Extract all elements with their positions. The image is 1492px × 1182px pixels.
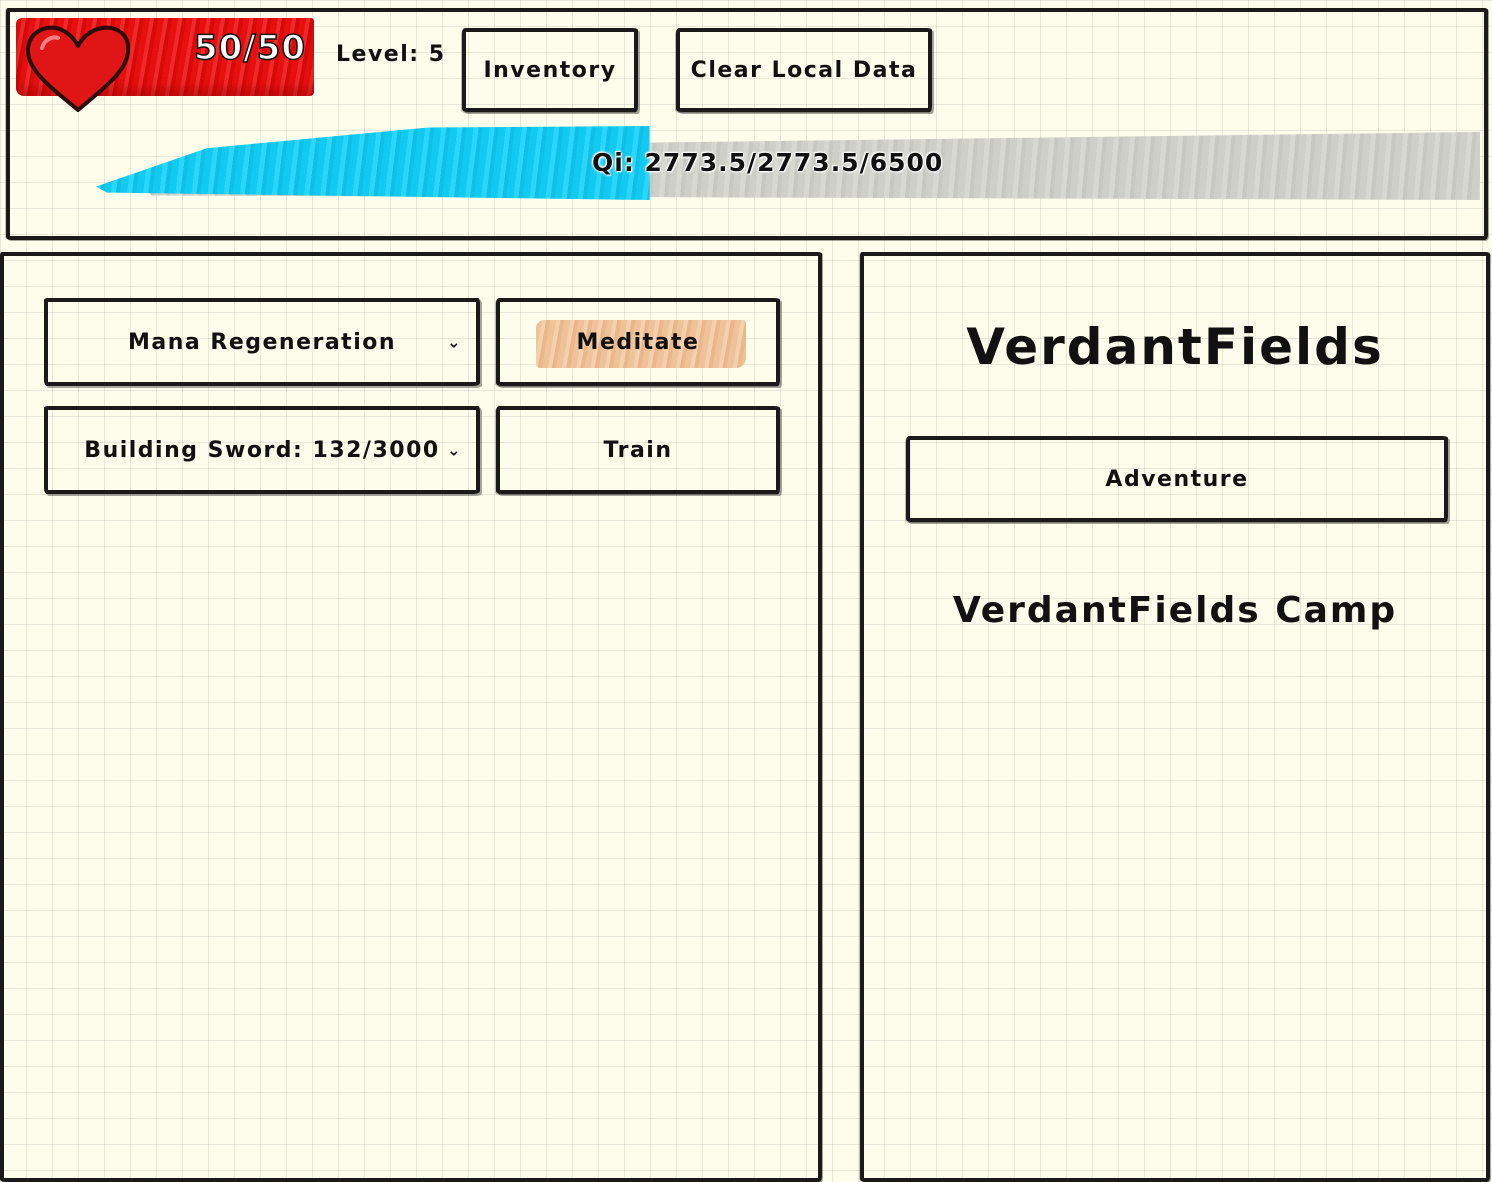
skill-select-value: Mana Regeneration [127,329,397,355]
meditate-button-label: Meditate [576,329,700,355]
qi-value: Qi: 2773.5/2773.5/6500 [592,148,944,177]
train-button[interactable]: Train [496,406,780,494]
qi-bar-fill [96,126,650,200]
actions-panel [0,252,822,1182]
clear-local-data-button-label: Clear Local Data [690,57,918,83]
health-bar: 50/50 [16,18,314,112]
chevron-down-icon: ⌄ [447,332,462,352]
chevron-down-icon: ⌄ [447,440,462,460]
meditate-button[interactable]: Meditate [496,298,780,386]
adventure-button[interactable]: Adventure [906,436,1448,522]
inventory-button-label: Inventory [483,57,617,83]
zone-title: VerdantFields [966,318,1384,376]
inventory-button[interactable]: Inventory [462,28,638,112]
heart-icon [25,25,131,112]
player-level: Level: 5 [336,42,446,67]
camp-title: VerdantFields Camp [952,590,1398,631]
health-value: 50/50 [193,27,306,69]
weapon-select[interactable]: Building Sword: 132/3000 ⌄ [44,406,480,494]
skill-select[interactable]: Mana Regeneration ⌄ [44,298,480,386]
clear-local-data-button[interactable]: Clear Local Data [676,28,932,112]
weapon-select-value: Building Sword: 132/3000 [84,437,440,463]
adventure-button-label: Adventure [1105,466,1249,492]
location-panel [860,252,1490,1182]
train-button-label: Train [603,437,673,463]
